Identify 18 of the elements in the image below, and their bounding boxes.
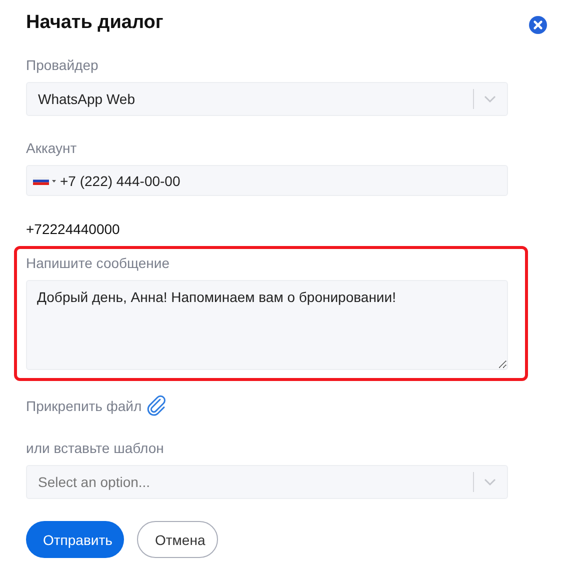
send-button[interactable]: Отправить [26, 521, 124, 558]
field-label: или вставьте шаблон [26, 439, 164, 457]
flag-icon[interactable] [33, 176, 56, 184]
phone-number: +72224440000 [26, 220, 120, 238]
cancel-button[interactable]: Отмена [137, 521, 218, 558]
chevron-icon [484, 95, 496, 103]
attach-file-link[interactable]: Прикрепить файл [26, 397, 142, 415]
field-label: Напишите сообщение [26, 254, 171, 272]
message-field[interactable]: Добрый день, Анна! Напоминаем вам о бронировании! [26, 280, 508, 370]
close-icon[interactable] [529, 16, 547, 34]
provider-select[interactable]: WhatsApp Web [26, 82, 508, 116]
template-select[interactable]: Select an option... [26, 465, 508, 499]
phone-field[interactable]: +7 (222) 444-00-00 [26, 165, 508, 196]
dialog-title: Начать диалог [26, 11, 164, 35]
chevron-icon [484, 478, 496, 486]
field-label: Аккаунт [26, 139, 77, 157]
field-label: Провайдер [26, 56, 98, 74]
paperclip-icon[interactable] [146, 395, 168, 417]
